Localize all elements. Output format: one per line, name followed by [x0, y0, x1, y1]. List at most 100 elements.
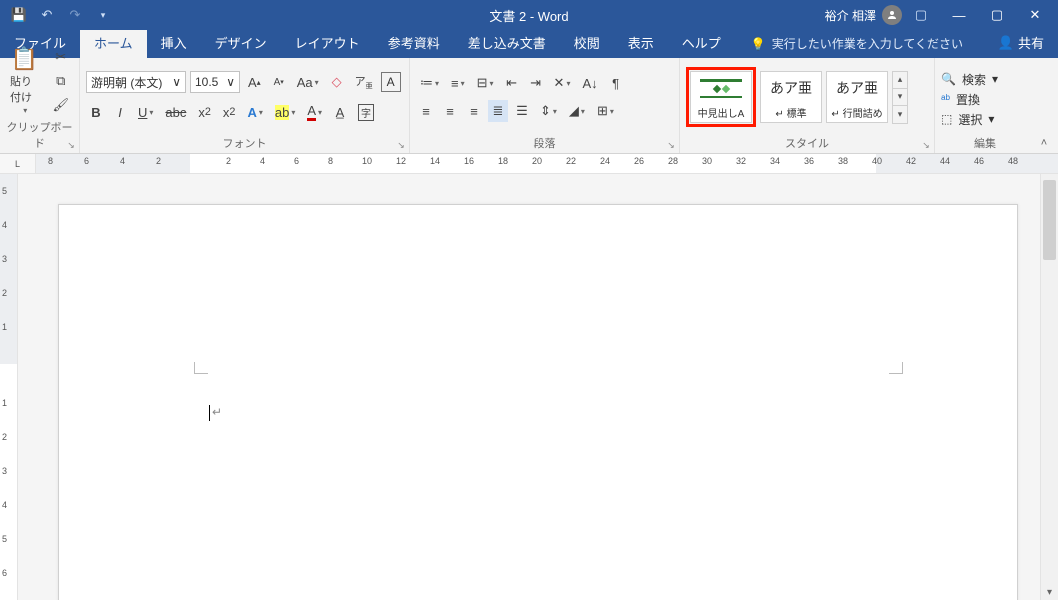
tab-review[interactable]: 校閲: [560, 27, 614, 58]
distribute-button[interactable]: ☰: [512, 100, 532, 122]
tab-help[interactable]: ヘルプ: [668, 27, 735, 58]
tell-me[interactable]: 💡 実行したい作業を入力してください: [741, 29, 973, 58]
bullets-icon: ≔: [420, 75, 433, 91]
style-tile-heading-a[interactable]: 中見出しA: [690, 71, 752, 123]
phonetic-guide-button[interactable]: ア亜: [351, 70, 377, 94]
tab-layout[interactable]: レイアウト: [281, 27, 374, 58]
numbering-button[interactable]: ≡▾: [447, 73, 469, 94]
highlight-button[interactable]: ab▾: [271, 102, 299, 123]
asian-layout-button[interactable]: ✕▾: [550, 72, 575, 94]
copy-button[interactable]: ⧉: [48, 70, 73, 92]
vertical-ruler[interactable]: 5 4 3 2 1 1 2 3 4 5 6: [0, 174, 18, 600]
borders-button[interactable]: ⊞▾: [593, 100, 618, 122]
styles-expand-button[interactable]: ▾: [893, 106, 907, 123]
document-viewport[interactable]: ↵: [18, 174, 1040, 600]
grow-font-button[interactable]: A▴: [244, 72, 265, 93]
user-name: 裕介 相澤: [825, 7, 876, 24]
share-button[interactable]: 👤 共有: [984, 27, 1058, 58]
character-shading-button[interactable]: A̲: [330, 102, 350, 123]
chevron-down-icon: ▾: [23, 106, 27, 115]
styles-launcher-icon[interactable]: ↘: [920, 139, 932, 151]
scroll-down-icon[interactable]: ▾: [1041, 584, 1058, 600]
replace-button[interactable]: ᵃᵇ 置換: [941, 91, 998, 108]
paragraph-launcher-icon[interactable]: ↘: [665, 139, 677, 151]
align-center-button[interactable]: ≡: [440, 101, 460, 122]
underline-button[interactable]: U▾: [134, 102, 157, 123]
user-account[interactable]: 裕介 相澤: [825, 5, 902, 25]
bullets-button[interactable]: ≔▾: [416, 72, 443, 94]
paste-button[interactable]: 📋 貼り付け ▾: [6, 43, 42, 118]
shrink-font-button[interactable]: A▾: [269, 72, 289, 92]
change-case-button[interactable]: Aa▾: [293, 72, 323, 93]
align-right-button[interactable]: ≡: [464, 101, 484, 122]
redo-icon[interactable]: ↷: [64, 4, 86, 26]
scroll-thumb[interactable]: [1043, 180, 1056, 260]
style-tile-nospacing[interactable]: あア亜 ↵ 行間詰め: [826, 71, 888, 123]
text-effects-button[interactable]: A▾: [243, 102, 266, 123]
strikethrough-button[interactable]: abc: [161, 102, 190, 123]
group-clipboard: 📋 貼り付け ▾ ✂ ⧉ 🖌 クリップボード ↘: [0, 58, 80, 153]
align-left-button[interactable]: ≡: [416, 101, 436, 122]
decrease-indent-button[interactable]: ⇤: [502, 72, 522, 94]
undo-icon[interactable]: ↶: [36, 4, 58, 26]
group-editing: 🔍 検索 ▾ ᵃᵇ 置換 ⬚ 選択 ▾ 編集: [935, 58, 1035, 153]
maximize-button[interactable]: ▢: [978, 0, 1016, 30]
justify-button[interactable]: ≣: [488, 100, 508, 122]
select-button[interactable]: ⬚ 選択 ▾: [941, 111, 998, 128]
show-marks-button[interactable]: ¶: [606, 73, 626, 94]
share-label: 共有: [1018, 33, 1044, 52]
format-painter-button[interactable]: 🖌: [48, 94, 73, 116]
font-color-button[interactable]: A▾: [303, 100, 326, 124]
styles-scroll-up-button[interactable]: ▴: [893, 72, 907, 89]
enclose-button[interactable]: 字: [354, 101, 378, 124]
font-name-combo[interactable]: 游明朝 (本文) ∨: [86, 71, 186, 93]
font-size-combo[interactable]: 10.5 ∨: [190, 71, 240, 93]
tab-home[interactable]: ホーム: [80, 27, 147, 58]
outdent-icon: ⇤: [506, 75, 517, 91]
tab-insert[interactable]: 挿入: [147, 27, 201, 58]
font-name-value: 游明朝 (本文): [91, 74, 162, 91]
style-preview: [700, 74, 742, 102]
find-button[interactable]: 🔍 検索 ▾: [941, 71, 998, 88]
qat-customize-icon[interactable]: ▾: [92, 4, 114, 26]
styles-scroll: ▴ ▾ ▾: [892, 71, 908, 124]
minimize-button[interactable]: —: [940, 0, 978, 30]
style-tile-normal[interactable]: あア亜 ↵ 標準: [760, 71, 822, 123]
italic-button[interactable]: I: [110, 102, 130, 123]
ruler-corner[interactable]: L: [0, 154, 36, 173]
align-left-icon: ≡: [422, 104, 430, 119]
style-name: ↵ 行間詰め: [831, 105, 882, 120]
multilevel-button[interactable]: ⊟▾: [473, 72, 498, 94]
tab-design[interactable]: デザイン: [201, 27, 281, 58]
save-icon[interactable]: 💾: [8, 4, 30, 26]
chevron-down-icon: ▾: [988, 112, 994, 126]
collapse-ribbon-icon[interactable]: ˄: [1041, 137, 1047, 149]
tab-mailings[interactable]: 差し込み文書: [454, 27, 560, 58]
ribbon-display-icon[interactable]: ▢: [910, 4, 932, 26]
enclose-characters-button[interactable]: A: [381, 72, 401, 92]
clipboard-launcher-icon[interactable]: ↘: [65, 139, 77, 151]
line-spacing-button[interactable]: ⇕▾: [536, 100, 561, 122]
tab-references[interactable]: 参考資料: [374, 27, 454, 58]
justify-icon: ≣: [493, 103, 504, 119]
close-button[interactable]: ✕: [1016, 0, 1054, 30]
increase-indent-button[interactable]: ⇥: [526, 72, 546, 94]
style-preview: あア亜: [836, 74, 878, 102]
vertical-scrollbar[interactable]: ▴ ▾: [1040, 174, 1058, 600]
styles-scroll-down-button[interactable]: ▾: [893, 89, 907, 106]
cut-button[interactable]: ✂: [48, 46, 73, 68]
shading-button[interactable]: ◢▾: [565, 100, 589, 122]
subscript-button[interactable]: x2: [194, 102, 215, 123]
horizontal-ruler[interactable]: 8 6 4 2 2 4 6 8 10 12 14 16 18 20 22 24 …: [36, 154, 1058, 173]
font-launcher-icon[interactable]: ↘: [395, 139, 407, 151]
replace-label: 置換: [956, 91, 980, 108]
superscript-button[interactable]: x2: [219, 102, 240, 123]
page[interactable]: ↵: [58, 204, 1018, 600]
group-label-editing: 編集: [941, 134, 1029, 152]
select-label: 選択: [958, 111, 982, 128]
sort-button[interactable]: A↓: [578, 73, 601, 94]
line-spacing-icon: ⇕: [540, 103, 551, 119]
bold-button[interactable]: B: [86, 102, 106, 123]
clear-formatting-button[interactable]: ◇: [327, 71, 347, 93]
tab-view[interactable]: 表示: [614, 27, 668, 58]
